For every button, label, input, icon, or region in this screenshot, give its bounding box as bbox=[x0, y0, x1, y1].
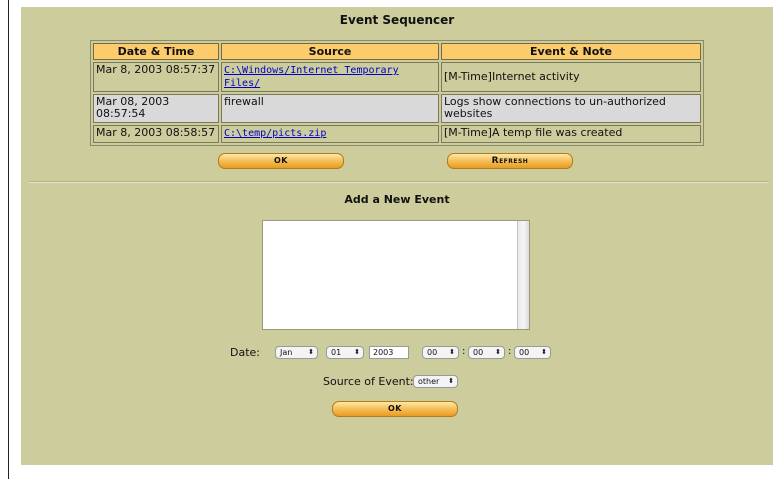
second-select[interactable]: 00 ⬍ bbox=[514, 346, 551, 359]
stepper-arrows-icon: ⬍ bbox=[541, 348, 547, 356]
header-source: Source bbox=[221, 43, 439, 60]
minute-value: 00 bbox=[473, 348, 484, 357]
table-row: Mar 08, 2003 08:57:54 firewall Logs show… bbox=[93, 94, 701, 123]
add-event-title: Add a New Event bbox=[344, 193, 450, 206]
stepper-arrows-icon: ⬍ bbox=[448, 377, 454, 385]
window-left-border bbox=[8, 0, 9, 479]
table-header-row: Date & Time Source Event & Note bbox=[93, 43, 701, 60]
minute-select[interactable]: 00 ⬍ bbox=[468, 346, 505, 359]
row-datetime: Mar 8, 2003 08:57:37 bbox=[93, 62, 219, 92]
header-event-note: Event & Note bbox=[441, 43, 701, 60]
source-select-value: other bbox=[418, 377, 440, 386]
row-datetime: Mar 08, 2003 08:57:54 bbox=[93, 94, 219, 123]
add-event-ok-button[interactable]: OK bbox=[332, 401, 458, 417]
row-source: C:\Windows/Internet Temporary Files/ bbox=[221, 62, 439, 92]
row-note: [M-Time]A temp file was created bbox=[441, 125, 701, 143]
month-select[interactable]: Jan ⬍ bbox=[275, 346, 318, 359]
row-source: C:\temp/picts.zip bbox=[221, 125, 439, 143]
row-datetime: Mar 8, 2003 08:58:57 bbox=[93, 125, 219, 143]
stepper-arrows-icon: ⬍ bbox=[308, 348, 314, 356]
time-separator: : bbox=[508, 346, 512, 357]
stepper-arrows-icon: ⬍ bbox=[495, 348, 501, 356]
events-table: Date & Time Source Event & Note Mar 8, 2… bbox=[90, 40, 704, 146]
stepper-arrows-icon: ⬍ bbox=[449, 348, 455, 356]
row-note: [M-Time]Internet activity bbox=[441, 62, 701, 92]
table-row: Mar 8, 2003 08:57:37 C:\Windows/Internet… bbox=[93, 62, 701, 92]
source-of-event-label: Source of Event: bbox=[323, 375, 414, 388]
second-value: 00 bbox=[519, 348, 530, 357]
date-label: Date: bbox=[230, 346, 260, 359]
time-separator: : bbox=[462, 346, 466, 357]
year-input[interactable]: 2003 bbox=[369, 346, 409, 359]
page-title: Event Sequencer bbox=[339, 13, 455, 27]
row-note: Logs show connections to un-authorized w… bbox=[441, 94, 701, 123]
stepper-arrows-icon: ⬍ bbox=[354, 348, 360, 356]
ok-button[interactable]: OK bbox=[218, 153, 344, 169]
row-source: firewall bbox=[221, 94, 439, 123]
hour-select[interactable]: 00 ⬍ bbox=[422, 346, 459, 359]
hour-value: 00 bbox=[427, 348, 438, 357]
table-row: Mar 8, 2003 08:58:57 C:\temp/picts.zip [… bbox=[93, 125, 701, 143]
header-date-time: Date & Time bbox=[93, 43, 219, 60]
section-divider bbox=[29, 181, 769, 183]
source-link[interactable]: C:\temp/picts.zip bbox=[224, 128, 326, 139]
event-sequencer-panel: Event Sequencer Date & Time Source Event… bbox=[21, 7, 773, 465]
event-note-textarea[interactable] bbox=[262, 220, 530, 330]
refresh-button[interactable]: Refresh bbox=[447, 153, 573, 169]
day-value: 01 bbox=[331, 348, 342, 357]
month-value: Jan bbox=[280, 348, 293, 357]
source-link[interactable]: C:\Windows/Internet Temporary Files/ bbox=[224, 65, 399, 89]
day-select[interactable]: 01 ⬍ bbox=[326, 346, 364, 359]
textarea-scrollbar[interactable] bbox=[517, 221, 529, 329]
source-select[interactable]: other ⬍ bbox=[413, 375, 458, 388]
